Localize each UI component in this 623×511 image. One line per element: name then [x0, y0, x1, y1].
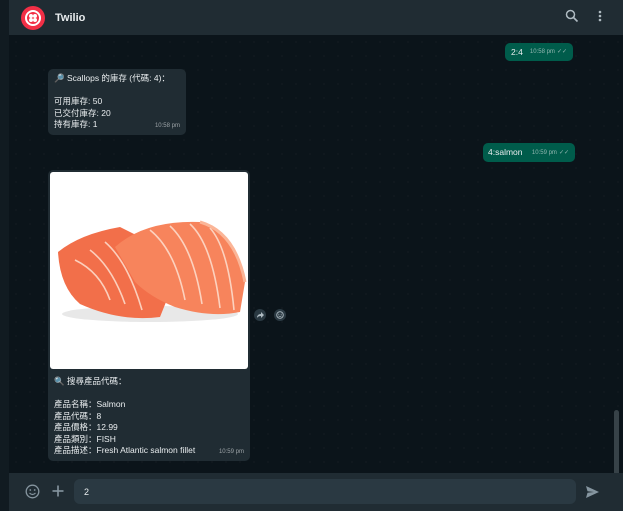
emoji-icon[interactable]: [25, 484, 40, 504]
message-input[interactable]: [74, 479, 576, 504]
chat-header: Twilio: [9, 0, 623, 35]
salmon-image[interactable]: [50, 172, 248, 369]
incoming-message[interactable]: 🔎 Scallops 的庫存 (代碼: 4)： 可用庫存: 50 已交付庫存: …: [48, 69, 186, 135]
message-caption: 🔍 搜尋產品代碼： 產品名稱：Salmon 產品代碼：8 產品價格：12.99 …: [54, 376, 196, 455]
message-text: 4:salmon: [488, 147, 523, 157]
message-time: 10:59 pm: [531, 149, 557, 156]
forward-icon[interactable]: [254, 309, 266, 321]
message-time: 10:58 pm: [529, 48, 555, 55]
double-check-icon: ✓✓: [556, 48, 567, 55]
composer-bar: [9, 473, 623, 511]
plus-icon[interactable]: [51, 484, 65, 503]
incoming-image-message[interactable]: 🔍 搜尋產品代碼： 產品名稱：Salmon 產品代碼：8 產品價格：12.99 …: [48, 170, 250, 461]
chat-title[interactable]: Twilio: [55, 12, 85, 24]
twilio-logo-avatar[interactable]: [21, 5, 45, 30]
whatsapp-window: Twilio 2:4 10:58 pm ✓✓ 🔎 Scallops 的庫存 (代碼…: [0, 0, 623, 511]
search-icon[interactable]: [565, 9, 579, 23]
outgoing-message[interactable]: 2:4 10:58 pm ✓✓: [505, 43, 573, 61]
double-check-icon: ✓✓: [558, 149, 569, 156]
message-text: 2:4: [511, 47, 523, 57]
message-time: 10:58 pm: [154, 122, 180, 129]
outgoing-message[interactable]: 4:salmon 10:59 pm ✓✓: [483, 143, 575, 162]
react-icon[interactable]: [274, 309, 286, 321]
message-area[interactable]: 2:4 10:58 pm ✓✓ 🔎 Scallops 的庫存 (代碼: 4)： 可…: [9, 35, 623, 510]
menu-icon[interactable]: [597, 9, 603, 23]
message-time: 10:59 pm: [218, 448, 244, 455]
send-icon[interactable]: [585, 485, 600, 504]
message-text: 🔎 Scallops 的庫存 (代碼: 4)： 可用庫存: 50 已交付庫存: …: [54, 73, 170, 129]
